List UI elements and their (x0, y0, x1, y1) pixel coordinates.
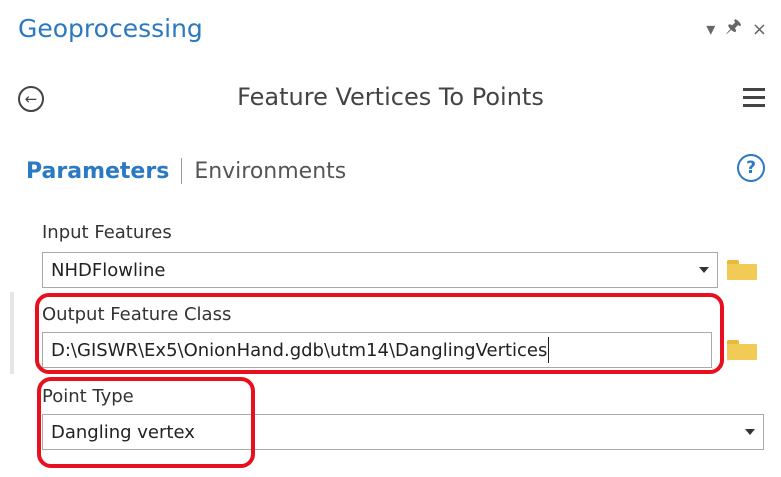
close-icon[interactable]: × (752, 19, 767, 40)
tab-divider (181, 158, 183, 184)
autohide-dropdown-icon[interactable]: ▾ (706, 19, 715, 40)
pane-controls: ▾ 🖈︎ × (706, 14, 767, 44)
chevron-down-icon[interactable] (745, 429, 755, 435)
highlight-point-type (37, 377, 255, 468)
input-features-dropdown[interactable]: NHDFlowline (42, 252, 718, 288)
tab-bar: Parameters Environments (26, 158, 346, 184)
menu-icon[interactable] (743, 88, 765, 112)
input-features-value: NHDFlowline (51, 259, 166, 281)
help-icon[interactable]: ? (737, 154, 765, 182)
tool-title: Feature Vertices To Points (237, 83, 544, 111)
chevron-down-icon[interactable] (699, 267, 709, 273)
folder-icon[interactable] (727, 340, 757, 360)
tab-environments[interactable]: Environments (194, 159, 346, 184)
folder-icon[interactable] (727, 260, 757, 280)
highlight-output-feature-class (35, 293, 724, 374)
pane-title: Geoprocessing (18, 14, 203, 43)
pin-icon[interactable]: 🖈︎ (725, 14, 742, 44)
tab-parameters[interactable]: Parameters (26, 159, 169, 184)
input-features-label: Input Features (42, 222, 172, 243)
active-parameter-indicator (10, 292, 14, 374)
